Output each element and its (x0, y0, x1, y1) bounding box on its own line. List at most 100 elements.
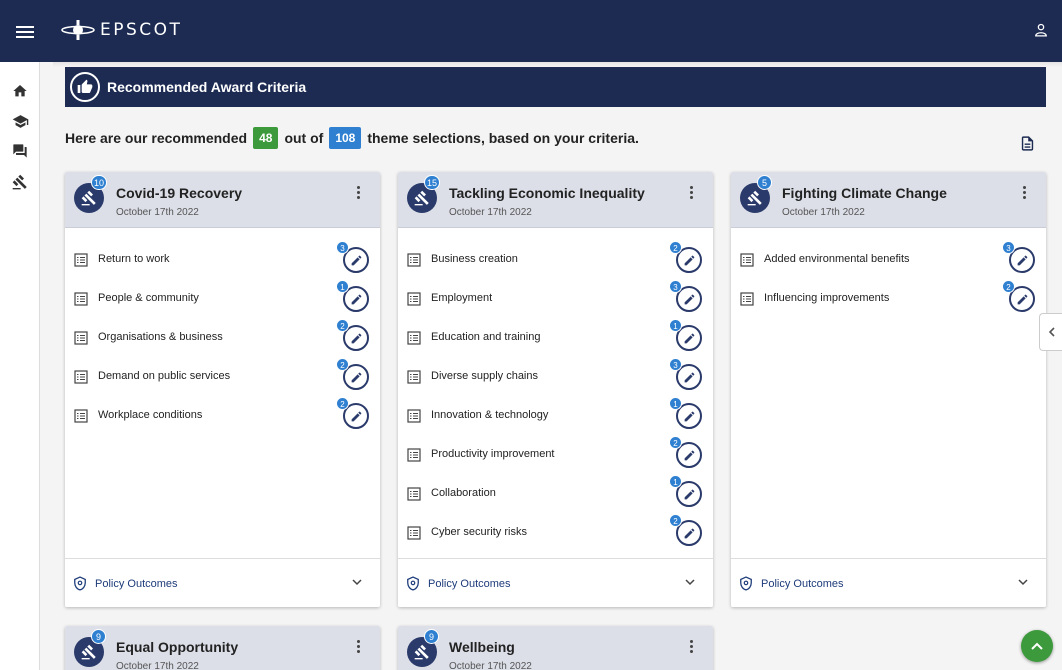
card-header: 9 Wellbeing October 17th 2022 (398, 626, 713, 670)
list-item-label: Innovation & technology (431, 409, 549, 421)
card-header: 5 Fighting Climate Change October 17th 2… (731, 172, 1046, 228)
card-date: October 17th 2022 (782, 207, 865, 218)
list-item-label: Business creation (431, 253, 518, 265)
item-count-badge: 1 (669, 475, 682, 488)
brand-logo[interactable]: EPSCOT (60, 18, 182, 42)
card-title: Wellbeing (449, 639, 515, 655)
item-count-badge: 2 (1002, 280, 1015, 293)
item-count-badge: 3 (669, 280, 682, 293)
list-item-label: Cyber security risks (431, 526, 527, 538)
shield-icon (74, 576, 86, 591)
item-count-badge: 1 (669, 319, 682, 332)
list-icon (407, 487, 421, 501)
summary-middle: out of (284, 130, 324, 146)
list-item: Return to work 3 (65, 234, 380, 273)
top-app-bar: EPSCOT (0, 0, 1062, 62)
list-item: Business creation 2 (398, 234, 713, 273)
policy-outcomes-expander[interactable]: Policy Outcomes (65, 558, 380, 607)
list-item-label: People & community (98, 292, 199, 304)
satellite-logo-icon (61, 20, 95, 40)
scroll-to-top-chevron-up-icon[interactable] (1021, 630, 1053, 662)
list-item-label: Added environmental benefits (764, 253, 910, 265)
theme-card-covid-19-recovery: 10 Covid-19 Recovery October 17th 2022 R… (65, 172, 380, 607)
account-icon[interactable] (1034, 23, 1048, 42)
shield-icon (407, 576, 419, 591)
policy-outcomes-label: Policy Outcomes (95, 578, 178, 590)
chevron-down-icon (1018, 579, 1028, 586)
list-item-label: Diverse supply chains (431, 370, 538, 382)
list-icon (74, 253, 88, 267)
card-more-menu-icon[interactable] (356, 186, 362, 200)
theme-card-fighting-climate-change: 5 Fighting Climate Change October 17th 2… (731, 172, 1046, 607)
list-icon (74, 292, 88, 306)
policy-outcomes-label: Policy Outcomes (428, 578, 511, 590)
list-item: Influencing improvements 2 (731, 273, 1046, 312)
theme-count-badge: 15 (424, 175, 441, 190)
list-item-label: Return to work (98, 253, 170, 265)
left-navigation-rail (0, 62, 40, 670)
nav-gavel-icon[interactable] (10, 172, 30, 192)
list-item: Cyber security risks 2 (398, 507, 713, 546)
policy-outcomes-expander[interactable]: Policy Outcomes (731, 558, 1046, 607)
item-count-badge: 3 (1002, 241, 1015, 254)
summary-prefix: Here are our recommended (65, 130, 248, 146)
card-header: 15 Tackling Economic Inequality October … (398, 172, 713, 228)
nav-chat-icon[interactable] (10, 141, 30, 161)
list-icon (407, 409, 421, 423)
policy-outcomes-expander[interactable]: Policy Outcomes (398, 558, 713, 607)
theme-count-badge: 9 (424, 629, 439, 644)
main-content: Recommended Award Criteria Here are our … (53, 62, 1062, 670)
selected-count-badge: 48 (253, 127, 279, 149)
item-count-badge: 2 (669, 436, 682, 449)
list-icon (407, 526, 421, 540)
list-item: Workplace conditions 2 (65, 390, 380, 429)
list-icon (407, 448, 421, 462)
list-icon (74, 370, 88, 384)
list-item-label: Workplace conditions (98, 409, 203, 421)
card-title: Covid-19 Recovery (116, 185, 243, 201)
list-item: Education and training 1 (398, 312, 713, 351)
item-count-badge: 2 (336, 397, 349, 410)
item-count-badge: 1 (669, 397, 682, 410)
summary-suffix: theme selections, based on your criteria… (367, 130, 639, 146)
card-header: 10 Covid-19 Recovery October 17th 2022 (65, 172, 380, 228)
section-title: Recommended Award Criteria (107, 79, 307, 95)
card-title: Fighting Climate Change (782, 185, 947, 201)
list-icon (740, 292, 754, 306)
card-date: October 17th 2022 (449, 207, 532, 218)
card-more-menu-icon[interactable] (689, 640, 695, 654)
theme-count-badge: 5 (757, 175, 772, 190)
item-count-badge: 2 (669, 241, 682, 254)
list-icon (407, 370, 421, 384)
list-icon (407, 253, 421, 267)
nav-graduation-cap-icon[interactable] (10, 111, 30, 131)
policy-outcomes-label: Policy Outcomes (761, 578, 844, 590)
item-count-badge: 2 (336, 358, 349, 371)
card-more-menu-icon[interactable] (689, 186, 695, 200)
list-icon (74, 331, 88, 345)
hamburger-menu-icon[interactable] (16, 23, 34, 39)
list-item: People & community 1 (65, 273, 380, 312)
theme-card-wellbeing: 9 Wellbeing October 17th 2022 (398, 626, 713, 670)
theme-count-badge: 10 (91, 175, 108, 190)
total-count-badge: 108 (329, 127, 362, 149)
list-item-label: Organisations & business (98, 331, 223, 343)
theme-card-tackling-economic-inequality: 15 Tackling Economic Inequality October … (398, 172, 713, 607)
export-document-icon[interactable] (1019, 135, 1036, 157)
item-count-badge: 2 (669, 514, 682, 527)
list-item: Employment 3 (398, 273, 713, 312)
list-icon (740, 253, 754, 267)
brand-name: EPSCOT (100, 20, 183, 40)
side-panel-toggle-chevron-left-icon[interactable] (1039, 313, 1062, 351)
list-item: Diverse supply chains 3 (398, 351, 713, 390)
list-item-label: Productivity improvement (431, 448, 555, 460)
card-title: Equal Opportunity (116, 639, 239, 655)
card-more-menu-icon[interactable] (1022, 186, 1028, 200)
card-more-menu-icon[interactable] (356, 640, 362, 654)
chevron-down-icon (685, 579, 695, 586)
nav-home-icon[interactable] (10, 81, 30, 101)
list-item: Innovation & technology 1 (398, 390, 713, 429)
card-title: Tackling Economic Inequality (449, 185, 645, 201)
thumbs-up-icon (70, 72, 100, 102)
card-date: October 17th 2022 (116, 661, 199, 670)
